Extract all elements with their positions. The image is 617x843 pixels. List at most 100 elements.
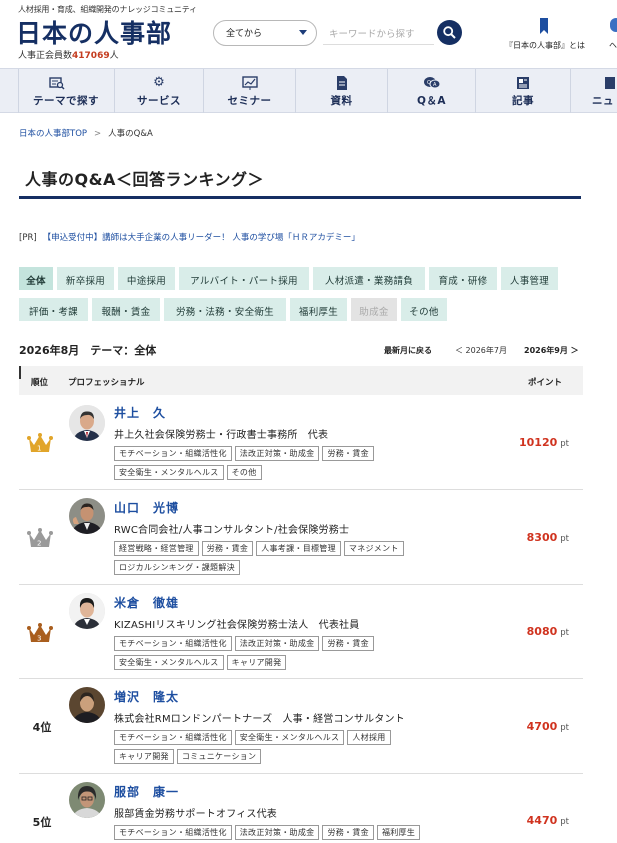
- professional-name[interactable]: 服部 康一: [114, 783, 179, 800]
- theme-chip-welfare[interactable]: 福利厚生: [290, 298, 347, 321]
- gold-crown-icon: 1: [27, 433, 53, 453]
- tag[interactable]: コミュニケーション: [176, 749, 262, 764]
- nav-item-theme[interactable]: テーマで探す: [0, 69, 114, 113]
- theme-chip-all[interactable]: 全体: [19, 267, 53, 290]
- theme-chip-new-grad[interactable]: 新卒採用: [57, 267, 114, 290]
- nav-label: Q＆A: [416, 95, 447, 107]
- theme-chip-part-time[interactable]: アルバイト・パート採用: [179, 267, 309, 290]
- page-title: 人事のQ&A＜回答ランキング＞: [25, 170, 264, 189]
- theme-chip-mid-career[interactable]: 中途採用: [118, 267, 175, 290]
- tag[interactable]: 安全衛生・メンタルヘルス: [234, 730, 345, 745]
- professional-name[interactable]: 井上 久: [114, 404, 166, 421]
- professional-name[interactable]: 米倉 徹雄: [114, 594, 179, 611]
- search-button[interactable]: [437, 20, 462, 45]
- tag[interactable]: 労務・賃金: [322, 446, 374, 461]
- next-month-link[interactable]: 2026年9月 ＞: [524, 345, 579, 356]
- tag[interactable]: 経営戦略・経営管理: [114, 541, 199, 556]
- nav-item-articles[interactable]: 記事: [475, 69, 570, 113]
- svg-text:1: 1: [37, 445, 41, 453]
- search-icon: [443, 26, 456, 39]
- tag[interactable]: 安全衛生・メンタルヘルス: [114, 655, 224, 670]
- tag[interactable]: 法改正対策・助成金: [234, 636, 320, 651]
- tag[interactable]: マネジメント: [343, 541, 404, 556]
- breadcrumb-current: 人事のQ&A: [108, 129, 153, 139]
- about-link[interactable]: 『日本の人事部』とは: [505, 40, 585, 51]
- avatar[interactable]: [69, 782, 105, 818]
- tag[interactable]: 人材採用: [347, 730, 391, 745]
- pr-banner: [PR] 【申込受付中】講師は大手企業の人事リーダー！ 人事の学び場「ＨＲアカデミ…: [19, 231, 360, 243]
- nav-label: サービス: [137, 95, 181, 107]
- nav-item-seminar[interactable]: セミナー: [203, 69, 295, 113]
- tag[interactable]: ロジカルシンキング・課題解決: [114, 560, 240, 575]
- tag[interactable]: モチベーション・組織活性化: [114, 825, 232, 840]
- nav-item-docs[interactable]: 資料: [295, 69, 387, 113]
- tag[interactable]: 安全衛生・メンタルヘルス: [114, 465, 224, 480]
- tag[interactable]: キャリア開発: [226, 655, 287, 670]
- header-accent: [19, 366, 21, 379]
- latest-month-link[interactable]: 最新月に戻る: [384, 345, 432, 356]
- points-value: 4700 pt: [526, 720, 569, 733]
- chevron-right-icon: >: [94, 129, 102, 139]
- title-underline: [19, 196, 581, 199]
- month-theme-heading: 2026年8月 テーマ：全体: [19, 344, 157, 357]
- professional-name[interactable]: 山口 光博: [114, 499, 179, 516]
- column-professional: プロフェッショナル: [68, 378, 145, 388]
- theme-chip-hr-management[interactable]: 人事管理: [501, 267, 558, 290]
- nav-item-service[interactable]: ⚙ サービス: [114, 69, 203, 113]
- news-icon: [604, 76, 617, 90]
- professional-org: KIZASHIリスキリング社会保険労務士法人 代表社員: [114, 620, 360, 631]
- ranking-row: 3 米倉 徹雄 KIZASHIリスキリング社会保険労務士法人 代表社員 モチベー…: [19, 585, 583, 679]
- rank-label: 5位: [32, 816, 52, 829]
- professional-org: 井上久社会保険労務士・行政書士事務所 代表: [114, 430, 329, 441]
- tag-list: モチベーション・組織活性化 法改正対策・助成金 労務・賃金安全衛生・メンタルヘルスキ…: [114, 636, 444, 674]
- ranking-row: 4位 増沢 隆太 株式会社RMロンドンパートナーズ 人事・経営コンサルタント モ…: [19, 679, 583, 774]
- site-logo[interactable]: 日本の人事部: [16, 14, 172, 50]
- nav-label: 資料: [330, 95, 353, 107]
- rank-label: 4位: [32, 721, 52, 734]
- theme-chip-compensation[interactable]: 報酬・賃金: [92, 298, 160, 321]
- site-header: 人材採用・育成、組織開発のナレッジコミュニティ 日本の人事部 人事正会員数417…: [0, 0, 617, 68]
- silver-crown-icon: 2: [27, 528, 53, 548]
- search-list-icon: [0, 76, 114, 90]
- tag[interactable]: 福利厚生: [376, 825, 421, 840]
- theme-chip-labor[interactable]: 労務・法務・安全衛生: [164, 298, 286, 321]
- tag[interactable]: 労務・賃金: [201, 541, 254, 556]
- svg-text:2: 2: [37, 540, 41, 548]
- theme-chip-other[interactable]: その他: [401, 298, 447, 321]
- search-scope-select[interactable]: 全てから: [213, 20, 317, 46]
- tag[interactable]: 人事考課・目標管理: [256, 541, 341, 556]
- tag[interactable]: キャリア開発: [114, 749, 174, 764]
- tag[interactable]: 労務・賃金: [322, 825, 374, 840]
- theme-chip-training[interactable]: 育成・研修: [429, 267, 497, 290]
- tag[interactable]: モチベーション・組織活性化: [114, 636, 232, 651]
- pr-tag: [PR]: [19, 233, 37, 243]
- tag[interactable]: 法改正対策・助成金: [234, 446, 320, 461]
- help-link[interactable]: ヘ: [609, 40, 617, 51]
- nav-item-qa[interactable]: QA Q＆A: [387, 69, 475, 113]
- points-value: 8080 pt: [526, 625, 569, 638]
- ranking-row: 1 井上 久 井上久社会保険労務士・行政書士事務所 代表 モチベーション・組織活…: [19, 395, 583, 490]
- theme-chip-staffing[interactable]: 人材派遣・業務請負: [313, 267, 425, 290]
- professional-name[interactable]: 増沢 隆太: [114, 688, 179, 705]
- tag[interactable]: モチベーション・組織活性化: [114, 446, 232, 461]
- theme-chip-evaluation[interactable]: 評価・考課: [19, 298, 88, 321]
- search-input[interactable]: キーワードから探す: [323, 20, 433, 46]
- professional-org: 株式会社RMロンドンパートナーズ 人事・経営コンサルタント: [114, 714, 405, 725]
- professional-org: 服部賃金労務サポートオフィス代表: [114, 809, 277, 820]
- tag[interactable]: モチベーション・組織活性化: [114, 730, 232, 745]
- avatar[interactable]: [69, 593, 105, 629]
- gears-icon: ⚙: [153, 75, 165, 90]
- avatar[interactable]: [69, 687, 105, 723]
- tag[interactable]: 労務・賃金: [322, 636, 374, 651]
- breadcrumb-home-link[interactable]: 日本の人事部TOP: [19, 129, 87, 139]
- tag[interactable]: 法改正対策・助成金: [234, 825, 320, 840]
- pr-link[interactable]: 【申込受付中】講師は大手企業の人事リーダー！ 人事の学び場「ＨＲアカデミー」: [43, 233, 360, 243]
- tag[interactable]: その他: [226, 465, 262, 480]
- avatar[interactable]: [69, 498, 105, 534]
- prev-month-link[interactable]: ＜ 2026年7月: [455, 345, 507, 356]
- nav-item-news[interactable]: ニュ: [570, 69, 617, 113]
- nav-label: 記事: [512, 95, 534, 107]
- tag-list: 経営戦略・経営管理 労務・賃金 人事考課・目標管理 マネジメントロジカルシンキング・課…: [114, 541, 444, 579]
- nav-label: テーマで探す: [33, 95, 99, 107]
- avatar[interactable]: [69, 405, 105, 441]
